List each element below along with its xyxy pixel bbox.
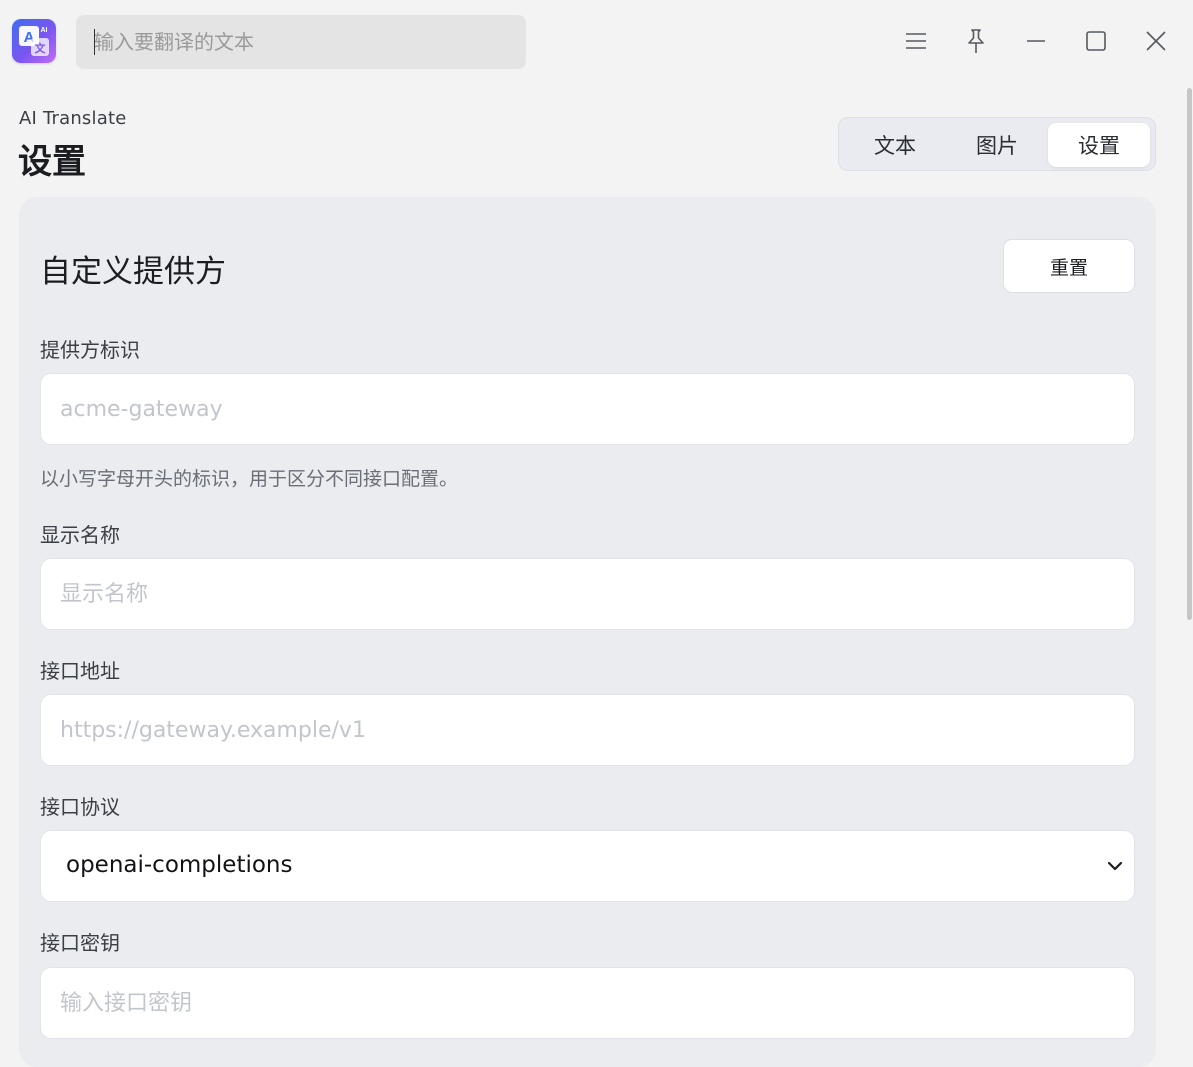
api-key-input[interactable]	[40, 967, 1135, 1039]
display-name-label: 显示名称	[40, 523, 120, 547]
scrollbar-thumb[interactable]	[1187, 88, 1192, 620]
endpoint-input[interactable]	[40, 694, 1135, 766]
maximize-button[interactable]	[1079, 24, 1113, 58]
tab-text[interactable]: 文本	[844, 123, 946, 167]
search-input[interactable]	[76, 15, 526, 69]
svg-text:AI: AI	[41, 27, 48, 34]
app-name: AI Translate	[19, 108, 127, 129]
provider-id-input[interactable]	[40, 373, 1135, 445]
tab-bar: 文本 图片 设置	[838, 117, 1156, 171]
endpoint-label: 接口地址	[40, 659, 120, 683]
settings-card	[19, 197, 1156, 1067]
tab-settings[interactable]: 设置	[1048, 123, 1150, 167]
protocol-label: 接口协议	[40, 795, 120, 819]
provider-id-hint: 以小写字母开头的标识，用于区分不同接口配置。	[40, 468, 459, 490]
svg-text:文: 文	[35, 41, 47, 55]
protocol-select-value: openai-completions	[66, 852, 293, 878]
title-bar: A 文 AI	[0, 0, 1193, 84]
reset-button[interactable]: 重置	[1003, 239, 1135, 293]
display-name-input[interactable]	[40, 558, 1135, 630]
protocol-select[interactable]: openai-completions	[40, 830, 1135, 902]
pin-icon	[968, 29, 984, 53]
menu-button[interactable]	[899, 24, 933, 58]
page-title: 设置	[18, 142, 86, 182]
minimize-button[interactable]	[1019, 24, 1053, 58]
close-icon	[1146, 31, 1166, 51]
translate-icon: A 文 AI	[12, 19, 56, 63]
search-box[interactable]	[76, 15, 526, 69]
maximize-icon	[1086, 31, 1106, 51]
section-title: 自定义提供方	[40, 254, 226, 290]
menu-icon	[906, 33, 926, 49]
text-caret	[94, 29, 95, 55]
provider-id-label: 提供方标识	[40, 338, 140, 362]
chevron-down-icon	[1107, 861, 1123, 871]
tab-image[interactable]: 图片	[946, 123, 1048, 167]
minimize-icon	[1027, 40, 1045, 42]
pin-button[interactable]	[959, 24, 993, 58]
close-button[interactable]	[1139, 24, 1173, 58]
api-key-label: 接口密钥	[40, 931, 120, 955]
